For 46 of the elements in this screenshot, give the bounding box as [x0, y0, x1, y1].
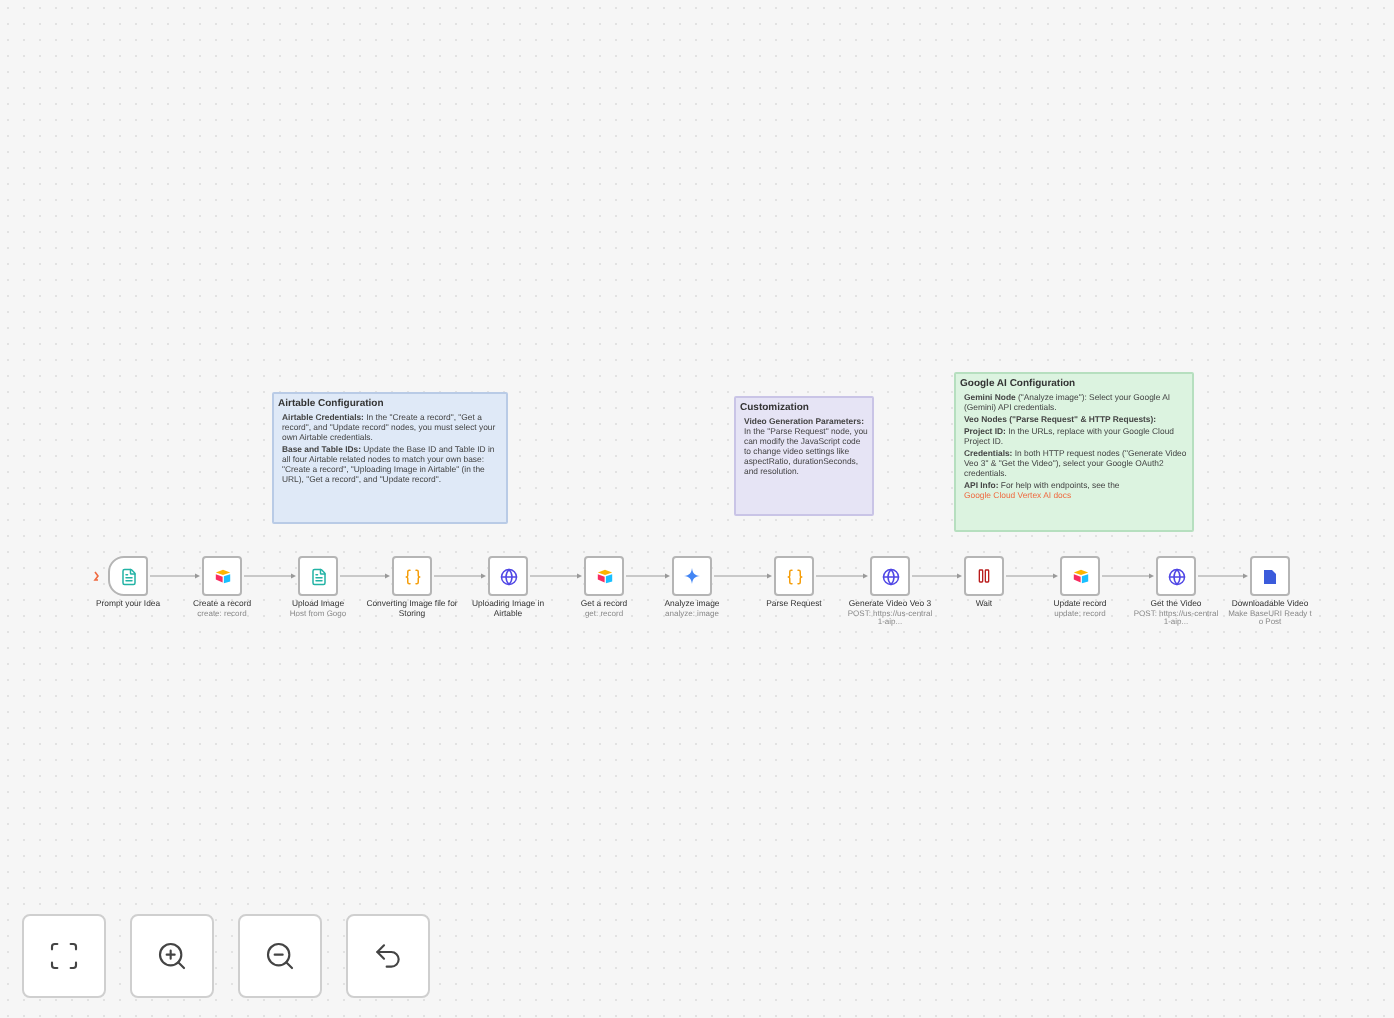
workflow-node[interactable]	[1060, 556, 1100, 596]
airtable-logo-icon	[213, 568, 231, 584]
fit-view-button[interactable]	[22, 914, 106, 998]
connector-arrow	[713, 573, 772, 579]
zoom-out-icon	[264, 940, 296, 972]
workflow-node[interactable]	[298, 556, 338, 596]
globe-icon	[499, 567, 517, 585]
zoom-in-icon	[156, 940, 188, 972]
workflow-node[interactable]	[1250, 556, 1290, 596]
connector-arrow	[339, 573, 390, 579]
sparkle-icon	[684, 568, 700, 584]
braces-icon	[785, 567, 803, 585]
globe-icon	[881, 567, 899, 585]
undo-icon	[372, 940, 404, 972]
airtable-logo-icon	[595, 568, 613, 584]
connector-arrow	[1197, 573, 1248, 579]
file-icon	[309, 567, 327, 585]
pause-icon	[976, 568, 992, 584]
undo-button[interactable]	[346, 914, 430, 998]
workflow-node[interactable]	[870, 556, 910, 596]
workflow-node[interactable]	[672, 556, 712, 596]
airtable-logo-icon	[1071, 568, 1089, 584]
zoom-out-button[interactable]	[238, 914, 322, 998]
connector-arrow	[625, 573, 670, 579]
workflow-node[interactable]	[1156, 556, 1196, 596]
workflow-node[interactable]	[964, 556, 1004, 596]
connector-arrow	[243, 573, 296, 579]
zoom-in-button[interactable]	[130, 914, 214, 998]
connector-arrow	[149, 573, 200, 579]
connector-arrow	[815, 573, 868, 579]
workflow-node[interactable]	[108, 556, 148, 596]
workflow-node[interactable]	[488, 556, 528, 596]
braces-icon	[403, 567, 421, 585]
connector-arrow	[1101, 573, 1154, 579]
connector-arrow	[433, 573, 486, 579]
workflow-node[interactable]	[202, 556, 242, 596]
document-icon	[1262, 567, 1278, 585]
connector-arrow	[911, 573, 962, 579]
connector-arrow	[1005, 573, 1058, 579]
workflow-node[interactable]	[584, 556, 624, 596]
workflow-node[interactable]	[774, 556, 814, 596]
globe-icon	[1167, 567, 1185, 585]
workflow-node[interactable]	[392, 556, 432, 596]
form-icon	[119, 567, 137, 585]
fit-view-icon	[48, 940, 80, 972]
connector-arrow	[529, 573, 582, 579]
